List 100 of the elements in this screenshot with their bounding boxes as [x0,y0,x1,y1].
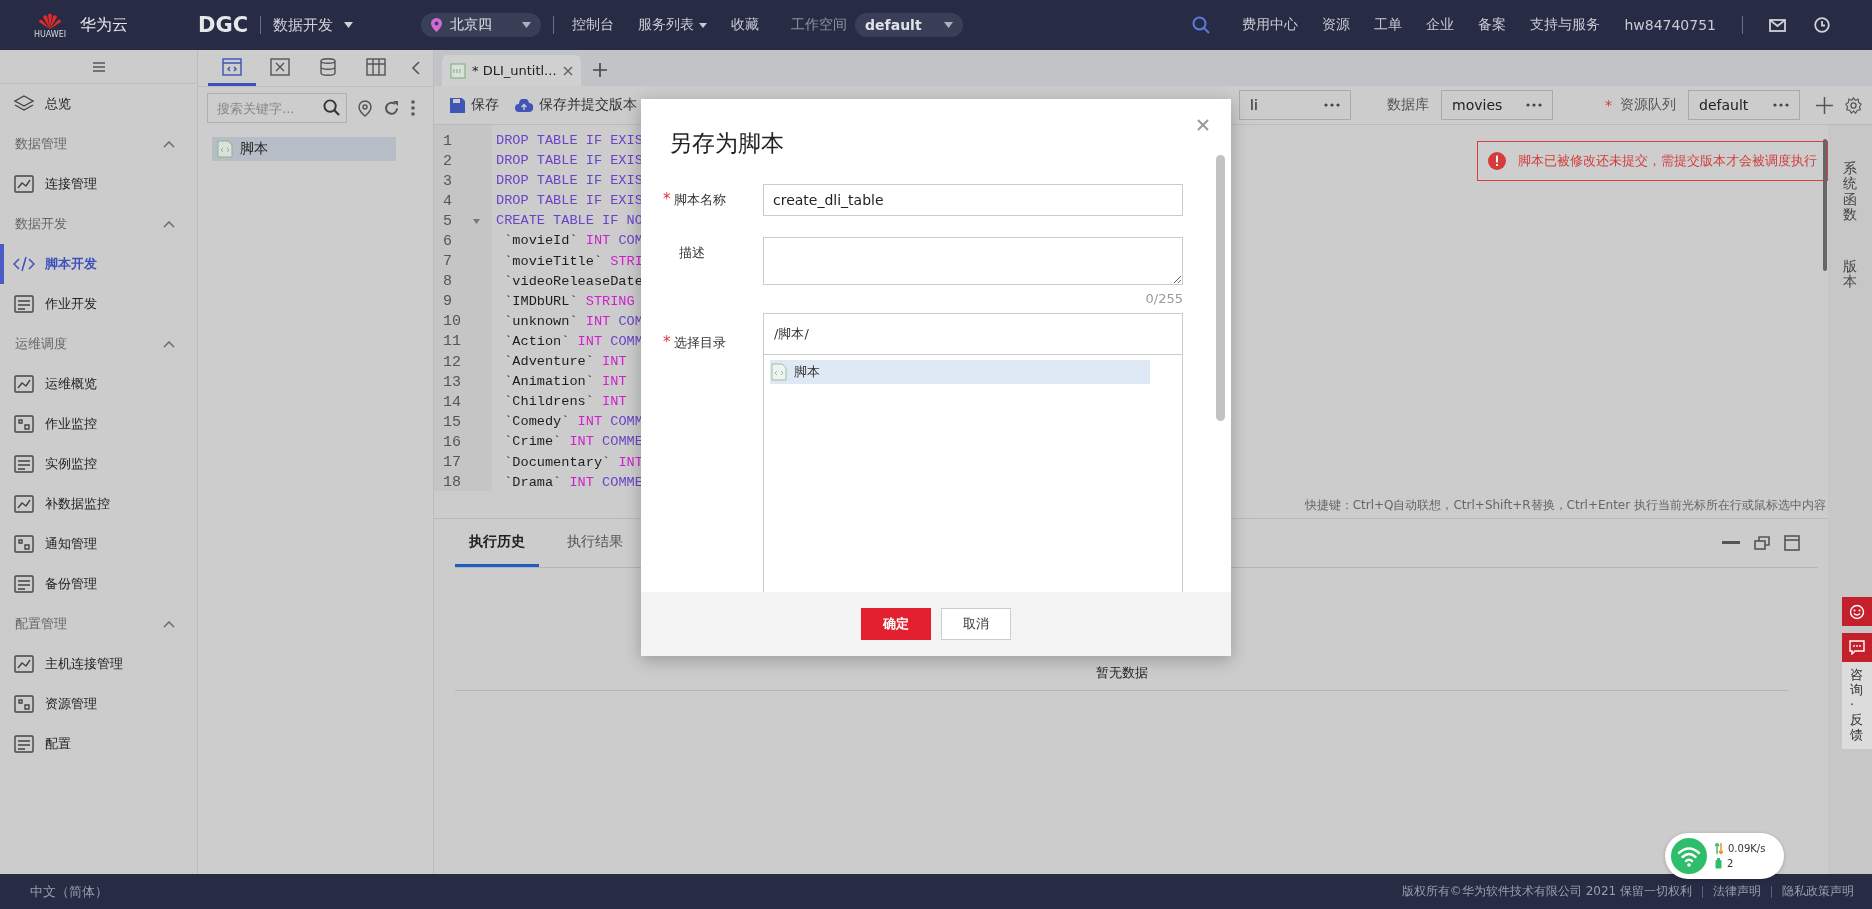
line-number: 10 [443,313,462,331]
dialog-button[interactable]: 取消 [941,608,1011,640]
panel-icon [13,654,35,674]
name-input[interactable]: create_dli_table [763,184,1183,216]
line-number: 11 [443,333,462,351]
mail-icon[interactable] [1769,18,1786,32]
footer-link[interactable]: 法律声明 [1713,883,1761,900]
line-number: 5 [443,212,453,230]
chevron-icon[interactable] [163,220,175,228]
workspace-dropdown[interactable]: default [855,13,964,37]
connection-select[interactable]: li [1239,90,1351,120]
language-selector[interactable]: 中文（简体） [30,882,108,901]
toolbar-button[interactable]: 保存 [450,96,499,114]
result-tab[interactable]: 执行历史 [455,519,539,567]
sidebar-item[interactable]: 资源管理 [0,684,197,724]
result-tab[interactable]: 执行结果 [553,519,637,567]
workspace-label: 工作空间 [791,16,848,34]
location-icon[interactable] [358,99,372,117]
code-line: `Adventure` INT [503,353,627,372]
side-panel-tab[interactable]: 版本 [1843,258,1857,290]
panel-icon [13,574,35,594]
line-number: 2 [443,152,453,170]
header-link[interactable]: 工单 [1374,16,1403,34]
sidebar-item[interactable]: 备份管理 [0,564,197,604]
sidebar-item[interactable]: 作业监控 [0,404,197,444]
close-icon[interactable] [562,65,573,76]
collapse-icon[interactable] [411,60,421,76]
scrollbar[interactable] [1823,139,1827,271]
chevron-icon[interactable] [163,140,175,148]
database-select[interactable]: movies [1441,90,1553,120]
line-number: 15 [443,413,462,431]
more-icon[interactable] [411,100,415,116]
sidebar-item[interactable]: 主机连接管理 [0,644,197,684]
dialog-button[interactable]: 确定 [861,608,931,640]
footer-link[interactable]: 隐私政策声明 [1782,883,1854,900]
code-icon [13,254,35,274]
sidebar-item[interactable]: 实例监控 [0,444,197,484]
clock-icon[interactable] [1814,17,1830,33]
side-panel-tab[interactable]: 系统函数 [1843,161,1857,223]
nav-link[interactable]: 收藏 [731,16,760,34]
tree-item[interactable]: 脚本 [212,137,396,161]
dialog-title: 另存为脚本 [668,129,785,155]
region-dropdown[interactable]: 北京四 [421,13,542,37]
maximize-icon[interactable] [1784,535,1800,551]
nav-link[interactable]: 服务列表 [638,16,708,34]
directory-path: /脚本/ [764,314,1182,355]
layers-icon [13,94,35,114]
line-number: 7 [443,253,453,271]
smile-button[interactable] [1842,597,1872,626]
queue-select[interactable]: default [1688,90,1800,120]
caret-icon [344,22,354,28]
caret-icon [522,22,532,28]
sidebar-item[interactable]: 连接管理 [0,164,197,204]
sidebar-item[interactable]: 作业开发 [0,284,197,324]
tree-item[interactable]: 脚本 [770,360,1150,384]
toolbar-button[interactable]: 保存并提交版本 [515,96,637,114]
search-icon[interactable] [1192,16,1211,34]
search-icon[interactable] [323,99,340,116]
minimize-icon[interactable] [1722,541,1740,545]
header-link[interactable]: 备案 [1478,16,1507,34]
header-link[interactable]: 支持与服务 [1530,16,1601,34]
add-icon[interactable] [592,63,607,77]
add-icon[interactable] [1816,96,1833,114]
code-line: `Drama` INT COMME [503,473,643,492]
header-link[interactable]: 资源 [1322,16,1351,34]
nav-link[interactable]: 控制台 [572,16,615,34]
editor-tab[interactable]: * DLI_untitl... [442,55,581,86]
module-menu[interactable]: 数据开发 [273,15,354,35]
sidebar-item[interactable]: 总览 [0,84,197,124]
settings-icon[interactable] [1845,96,1862,114]
sidebar-item[interactable]: 通知管理 [0,524,197,564]
script-file-icon [450,62,466,79]
feedback-tab[interactable]: 咨询·反馈 [1842,662,1872,749]
line-number: 8 [443,273,453,291]
search-field[interactable]: 搜索关键字... [207,93,347,123]
panel-icon [13,294,35,314]
header-link[interactable]: 企业 [1426,16,1455,34]
warning-text: 脚本已被修改还未提交，需提交版本才会被调度执行 [1518,152,1817,170]
header-link[interactable]: 费用中心 [1242,16,1299,34]
chevron-icon[interactable] [163,340,175,348]
caret-icon [944,22,954,28]
code-line: `Documentary` INT [503,453,643,472]
fold-icon[interactable] [473,218,480,224]
sidebar-item[interactable]: 补数据监控 [0,484,197,524]
copyright-text: 版权所有©华为软件技术有限公司 2021 保留一切权利 [1401,883,1692,900]
code-line: `Childrens` INT [503,393,627,412]
sidebar-item[interactable]: 配置 [0,724,197,764]
refresh-icon[interactable] [383,99,400,117]
menu-icon[interactable] [92,61,105,72]
close-icon[interactable] [1197,119,1209,131]
device-count: 2 [1727,858,1734,869]
restore-icon[interactable] [1754,536,1770,550]
chevron-icon[interactable] [163,620,175,628]
empty-message: 暂无数据 [455,664,1788,691]
header-link[interactable]: hw84740751 [1624,17,1716,33]
sidebar-item[interactable]: 脚本开发 [0,244,197,284]
scrollbar[interactable] [1216,155,1225,421]
line-number: 14 [443,393,462,411]
chat-button[interactable] [1842,633,1872,662]
sidebar-item[interactable]: 运维概览 [0,364,197,404]
